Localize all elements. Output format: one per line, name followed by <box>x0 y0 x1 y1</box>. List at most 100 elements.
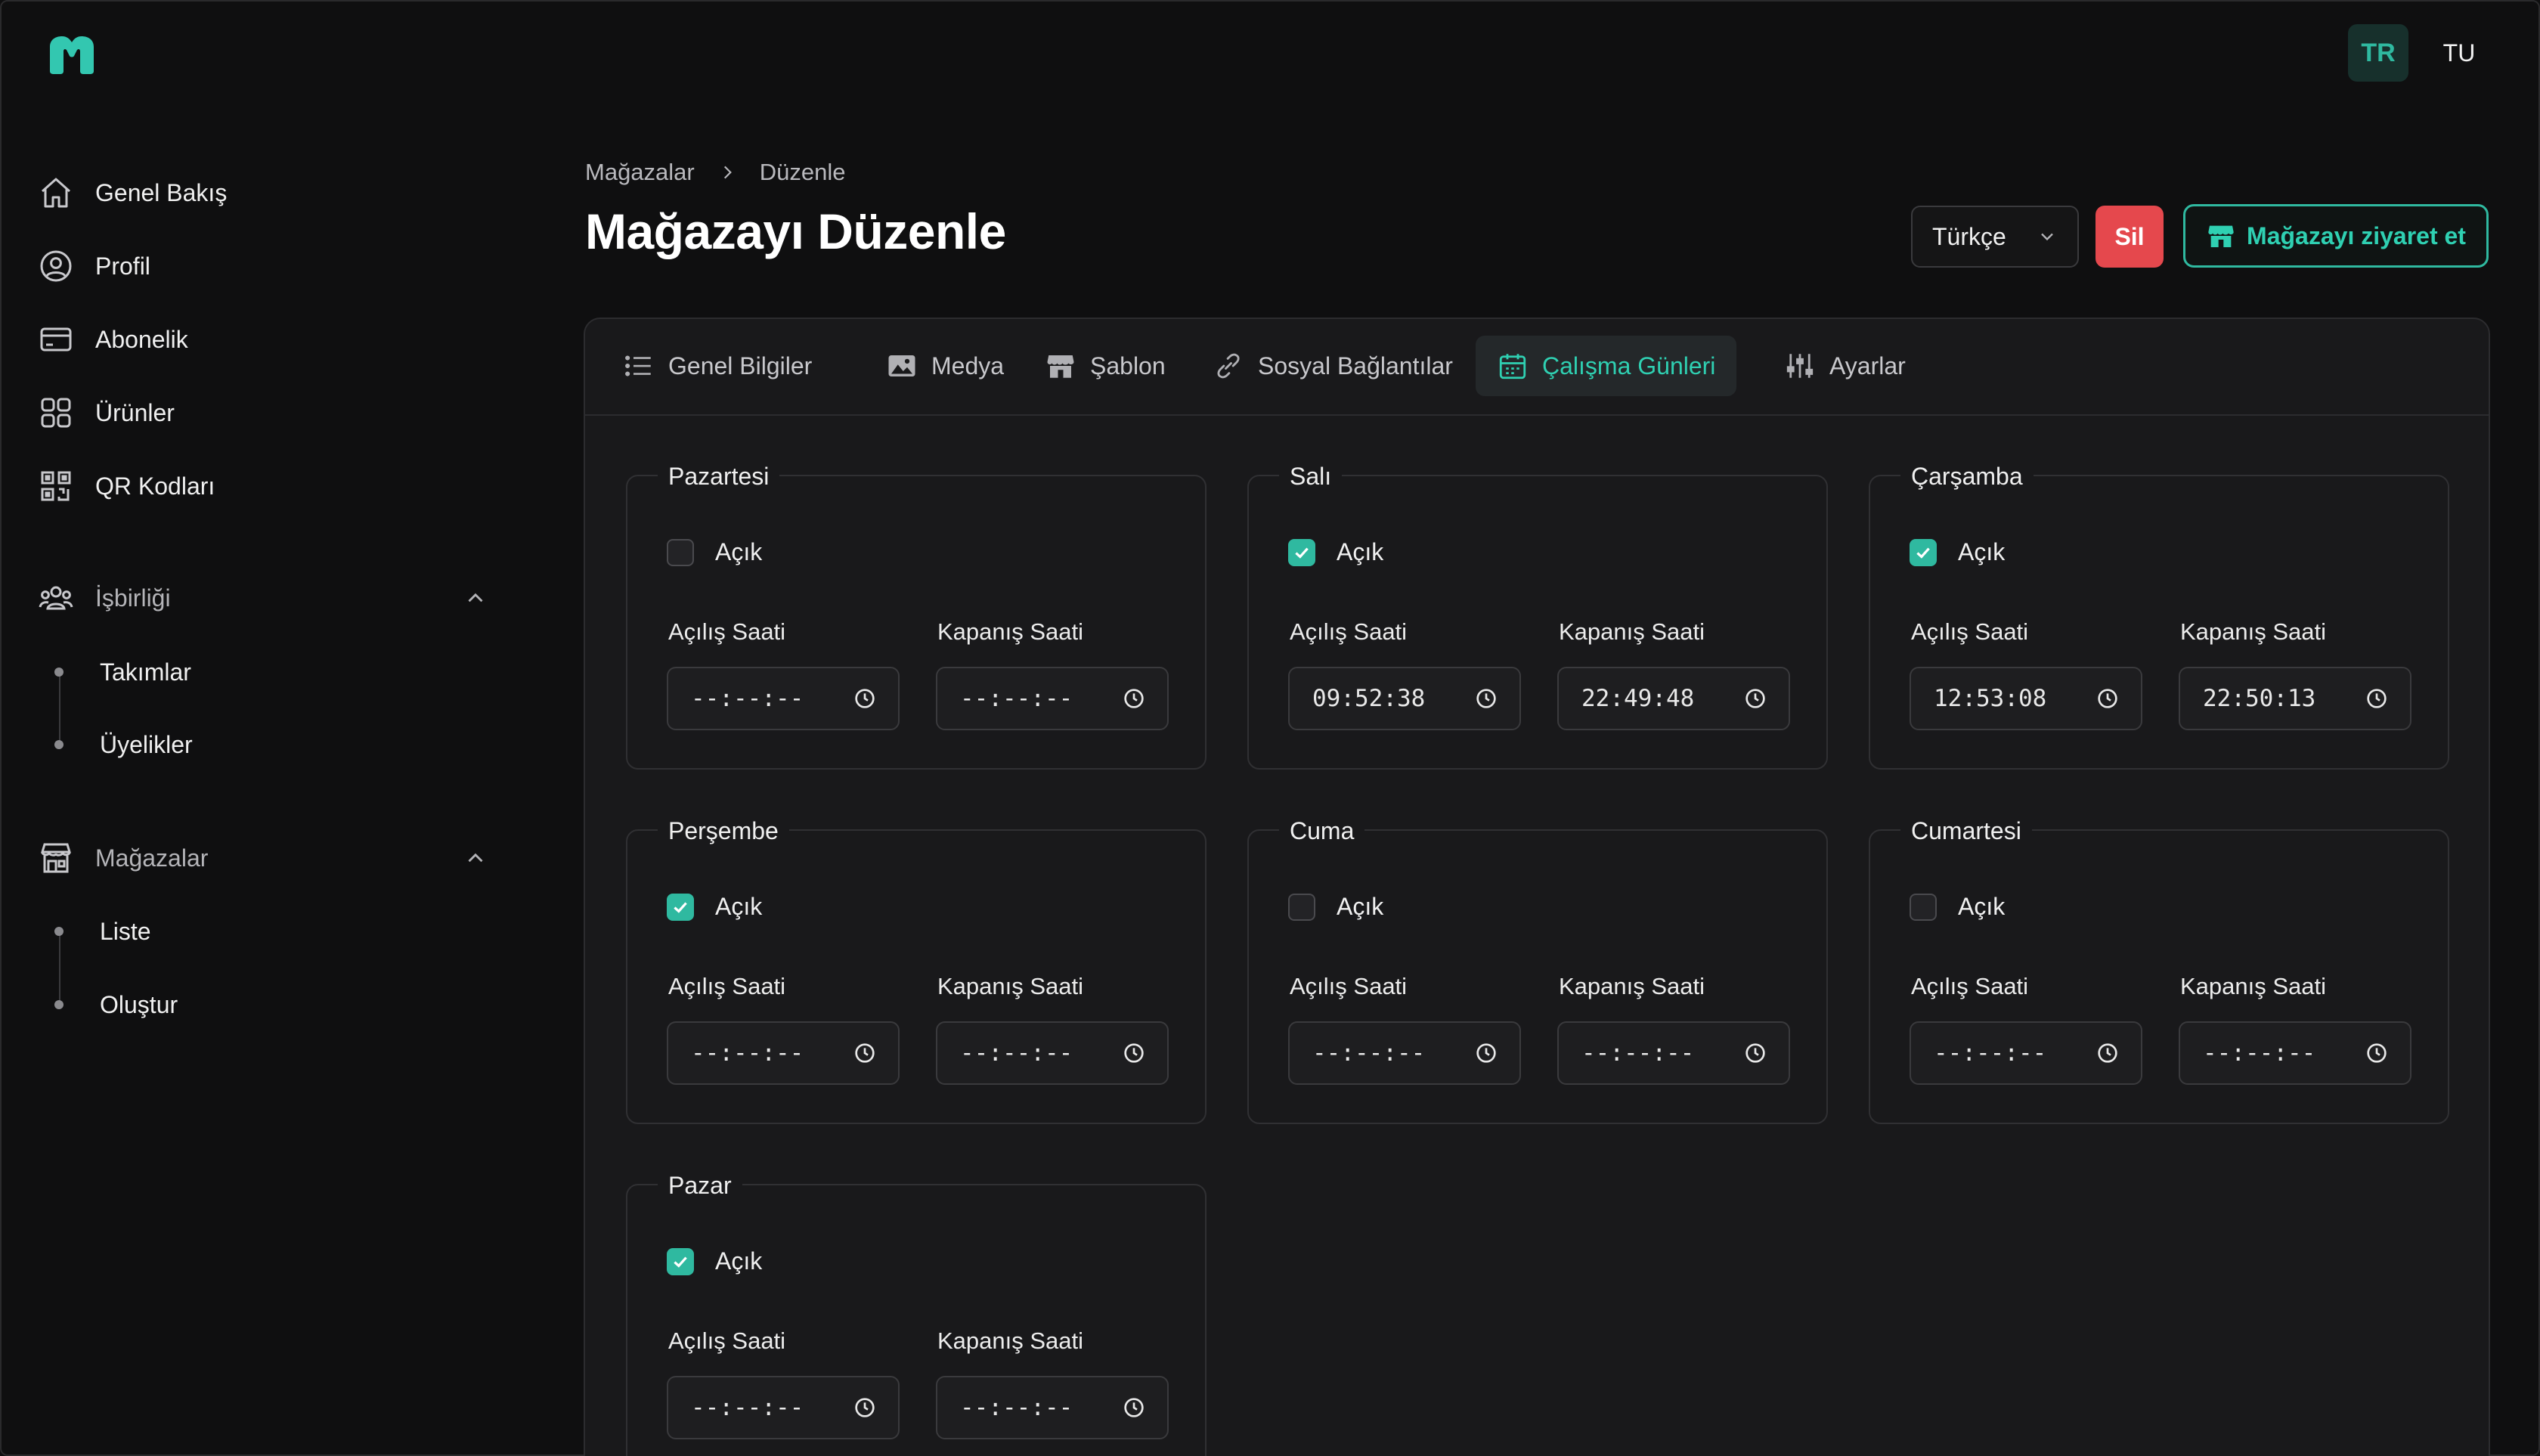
sidebar-section-stores[interactable]: Mağazalar <box>38 828 491 888</box>
check-icon <box>1295 547 1309 559</box>
clock-icon[interactable] <box>2365 1041 2389 1065</box>
tab-template[interactable]: Şablon <box>1024 336 1187 396</box>
language-badge[interactable]: TR <box>2348 24 2408 82</box>
clock-icon[interactable] <box>1743 1041 1767 1065</box>
clock-icon[interactable] <box>1122 1041 1146 1065</box>
user-circle-icon <box>40 250 72 282</box>
day-title: Pazartesi <box>658 460 780 493</box>
clock-icon[interactable] <box>2096 686 2120 711</box>
sidebar-item-teams[interactable]: Takımlar <box>53 646 191 699</box>
check-icon <box>674 901 687 913</box>
sidebar-item-store-list[interactable]: Liste <box>53 905 151 958</box>
day-title: Pazar <box>658 1169 742 1202</box>
open-checkbox[interactable] <box>667 1247 694 1275</box>
sidebar-item-memberships[interactable]: Üyelikler <box>53 718 193 771</box>
opening-time-input[interactable]: 09:52:38 <box>1288 667 1521 730</box>
opening-time-input[interactable]: --:--:-- <box>667 667 900 730</box>
open-checkbox[interactable] <box>1288 893 1315 921</box>
closing-time-input[interactable]: --:--:-- <box>936 667 1169 730</box>
open-checkbox[interactable] <box>1910 538 1937 566</box>
opening-label: Açılış Saati <box>1290 973 1408 999</box>
edit-store-card: Genel Bilgiler Medya Şablon Sosyal Bağla… <box>584 318 2490 1456</box>
chevron-up-icon[interactable] <box>463 585 488 611</box>
closing-time-input[interactable]: --:--:-- <box>936 1376 1169 1439</box>
sidebar-item-profile[interactable]: Profil <box>38 236 491 296</box>
open-label: Açık <box>1337 538 1384 565</box>
home-icon <box>42 178 70 208</box>
sidebar-section-collaboration[interactable]: İşbirliği <box>38 568 491 628</box>
open-checkbox-row[interactable]: Açık <box>667 1247 762 1275</box>
open-checkbox[interactable] <box>1288 538 1315 566</box>
clock-icon[interactable] <box>2096 1041 2120 1065</box>
check-icon <box>1916 547 1930 559</box>
storefront-icon <box>2208 225 2234 247</box>
day-title: Perşembe <box>658 814 789 847</box>
chevron-up-icon[interactable] <box>463 845 488 871</box>
clock-icon[interactable] <box>1122 1396 1146 1420</box>
store-icon <box>40 843 72 873</box>
breadcrumb-item-edit: Düzenle <box>759 159 846 185</box>
sidebar-item-products[interactable]: Ürünler <box>38 383 491 443</box>
user-avatar[interactable]: TU <box>2425 24 2493 82</box>
open-label: Açık <box>715 538 763 565</box>
opening-time-input[interactable]: --:--:-- <box>1288 1021 1521 1085</box>
opening-time-input[interactable]: --:--:-- <box>667 1376 900 1439</box>
visit-store-button[interactable]: Mağazayı ziyaret et <box>2183 204 2489 268</box>
open-label: Açık <box>715 1247 763 1275</box>
open-checkbox-row[interactable]: Açık <box>1288 893 1383 921</box>
opening-label: Açılış Saati <box>668 973 786 999</box>
sidebar-item-store-create[interactable]: Oluştur <box>53 978 178 1031</box>
opening-label: Açılış Saati <box>668 1327 786 1354</box>
clock-icon[interactable] <box>853 1396 877 1420</box>
open-checkbox[interactable] <box>667 893 694 921</box>
day-thursday: Perşembe Açık Açılış Saati Kapanış Saati… <box>626 814 1206 1124</box>
clock-icon[interactable] <box>1474 1041 1498 1065</box>
open-checkbox-row[interactable]: Açık <box>1910 893 2005 921</box>
open-checkbox-row[interactable]: Açık <box>1910 538 2005 566</box>
tab-label: Ayarlar <box>1829 352 1906 379</box>
opening-label: Açılış Saati <box>1911 973 2029 999</box>
time-value: --:--:-- <box>1934 1039 2047 1067</box>
calendar-icon <box>1499 354 1526 379</box>
time-value: --:--:-- <box>1581 1039 1695 1067</box>
closing-time-input[interactable]: --:--:-- <box>1557 1021 1790 1085</box>
day-title: Çarşamba <box>1900 460 2034 493</box>
open-checkbox[interactable] <box>1910 893 1937 921</box>
sidebar-item-overview[interactable]: Genel Bakış <box>38 163 491 223</box>
clock-icon[interactable] <box>1474 686 1498 711</box>
clock-icon[interactable] <box>853 1041 877 1065</box>
opening-time-input[interactable]: 12:53:08 <box>1910 667 2142 730</box>
closing-time-input[interactable]: --:--:-- <box>936 1021 1169 1085</box>
clock-icon[interactable] <box>1743 686 1767 711</box>
closing-time-input[interactable]: 22:50:13 <box>2179 667 2411 730</box>
clock-icon[interactable] <box>1122 686 1146 711</box>
tab-working-days[interactable]: Çalışma Günleri <box>1476 336 1737 396</box>
clock-icon[interactable] <box>2365 686 2389 711</box>
tab-media[interactable]: Medya <box>865 336 1025 396</box>
open-checkbox-row[interactable]: Açık <box>667 538 762 566</box>
tree-dot <box>54 927 64 936</box>
closing-time-input[interactable]: 22:49:48 <box>1557 667 1790 730</box>
language-select[interactable]: Türkçe <box>1911 206 2079 268</box>
opening-time-input[interactable]: --:--:-- <box>667 1021 900 1085</box>
tab-social-links[interactable]: Sosyal Bağlantılar <box>1191 336 1474 396</box>
sidebar-item-qr-codes[interactable]: QR Kodları <box>38 456 491 516</box>
delete-button[interactable]: Sil <box>2096 206 2164 268</box>
closing-time-input[interactable]: --:--:-- <box>2179 1021 2411 1085</box>
opening-time-input[interactable]: --:--:-- <box>1910 1021 2142 1085</box>
day-monday: Pazartesi Açık Açılış Saati Kapanış Saat… <box>626 460 1206 770</box>
tab-settings[interactable]: Ayarlar <box>1763 336 1927 396</box>
tab-label: Genel Bilgiler <box>668 352 813 379</box>
storefront-icon <box>1047 355 1074 378</box>
time-value: --:--:-- <box>960 685 1073 712</box>
breadcrumb-item-stores[interactable]: Mağazalar <box>585 159 695 186</box>
tab-general-info[interactable]: Genel Bilgiler <box>602 336 833 396</box>
app-logo-icon[interactable] <box>47 33 97 76</box>
sidebar-item-label: Üyelikler <box>100 730 193 758</box>
sidebar-item-subscription[interactable]: Abonelik <box>38 309 491 370</box>
clock-icon[interactable] <box>853 686 877 711</box>
open-checkbox-row[interactable]: Açık <box>667 893 762 921</box>
open-checkbox-row[interactable]: Açık <box>1288 538 1383 566</box>
open-checkbox[interactable] <box>667 538 694 566</box>
image-icon <box>888 355 915 376</box>
